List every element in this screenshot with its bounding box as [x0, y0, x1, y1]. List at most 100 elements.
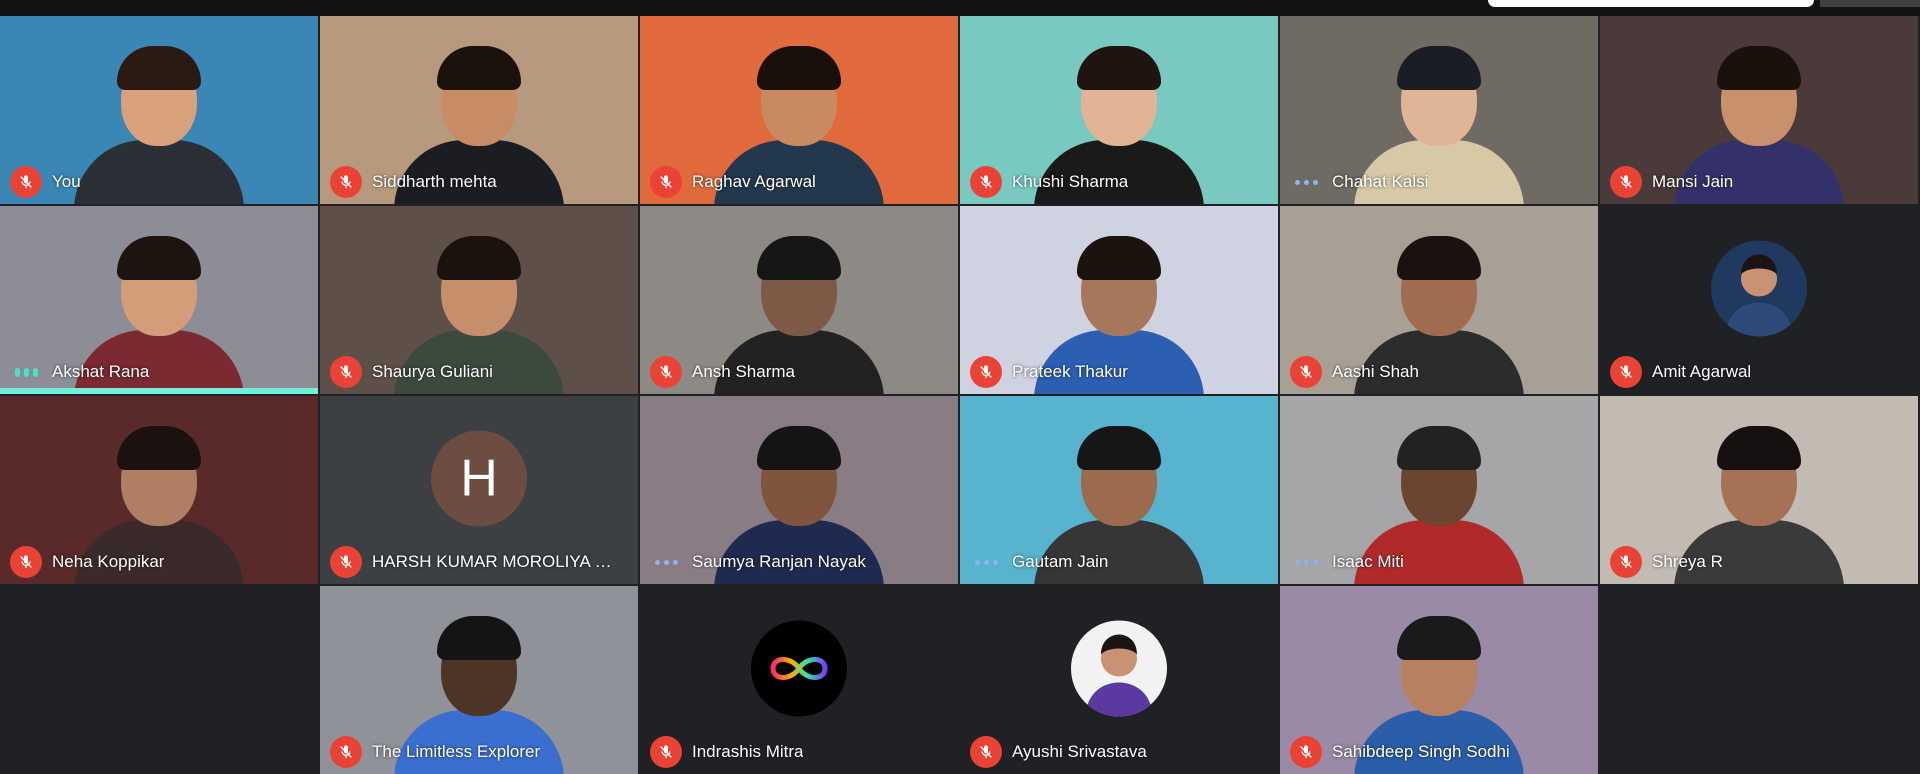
participant-name: Akshat Rana [52, 362, 150, 381]
figure-hair [1717, 46, 1801, 90]
participant-name: HARSH KUMAR MOROLIYA BT... [372, 552, 622, 571]
participant-label: Shaurya Guliani [330, 356, 493, 388]
figure-hair [1397, 236, 1481, 280]
participant-name: The Limitless Explorer [372, 742, 541, 761]
participant-tile[interactable]: Akshat Rana [0, 206, 318, 394]
participant-tile[interactable]: Prateek Thakur [960, 206, 1278, 394]
mic-off-icon [1290, 356, 1322, 388]
audio-indicator-icon [1290, 166, 1322, 198]
figure-hair [1077, 426, 1161, 470]
audio-indicator-icon [970, 546, 1002, 578]
self-preview-thumbnail[interactable] [1820, 0, 1920, 7]
mic-off-icon [330, 166, 362, 198]
participant-name: Amit Agarwal [1652, 362, 1752, 381]
participant-name: Isaac Miti [1332, 552, 1404, 571]
mic-off-icon [650, 166, 682, 198]
mic-off-icon [330, 736, 362, 768]
figure-hair [1077, 46, 1161, 90]
participant-tile[interactable]: Neha Koppikar [0, 396, 318, 584]
figure-hair [117, 236, 201, 280]
participant-label: Raghav Agarwal [650, 166, 816, 198]
mic-off-icon [970, 356, 1002, 388]
participant-label: Siddharth mehta [330, 166, 497, 198]
participant-tile[interactable]: Shreya R [1600, 396, 1918, 584]
figure-hair [117, 46, 201, 90]
participant-tile[interactable]: Gautam Jain [960, 396, 1278, 584]
mic-off-icon [650, 356, 682, 388]
mic-off-icon [1610, 166, 1642, 198]
participant-tile[interactable]: Isaac Miti [1280, 396, 1598, 584]
participant-label: Gautam Jain [970, 546, 1108, 578]
participant-label: Ansh Sharma [650, 356, 795, 388]
figure-hair [757, 46, 841, 90]
participant-tile[interactable]: Ansh Sharma [640, 206, 958, 394]
participant-name: You [52, 172, 81, 191]
audio-indicator-icon [1290, 546, 1322, 578]
mic-off-icon [330, 546, 362, 578]
participant-label: Saumya Ranjan Nayak [650, 546, 866, 578]
figure-hair [757, 426, 841, 470]
participant-tile[interactable]: Chahat Kalsi [1280, 16, 1598, 204]
participant-tile[interactable]: Ayushi Srivastava [960, 586, 1278, 774]
top-bar [0, 0, 1920, 16]
participant-label: Shreya R [1610, 546, 1723, 578]
participant-label: Sahibdeep Singh Sodhi [1290, 736, 1510, 768]
participant-tile[interactable]: Shaurya Guliani [320, 206, 638, 394]
participant-label: Indrashis Mitra [650, 736, 803, 768]
participant-label: Neha Koppikar [10, 546, 164, 578]
participant-name: Ansh Sharma [692, 362, 795, 381]
figure-hair [1077, 236, 1161, 280]
figure-hair [1397, 616, 1481, 660]
participant-tile[interactable]: Amit Agarwal [1600, 206, 1918, 394]
participant-tile[interactable]: Mansi Jain [1600, 16, 1918, 204]
mic-off-icon [1610, 546, 1642, 578]
participant-tile[interactable]: Aashi Shah [1280, 206, 1598, 394]
figure-hair [117, 426, 201, 470]
participant-label: Aashi Shah [1290, 356, 1419, 388]
active-speaker-bar [0, 388, 318, 394]
participant-label: Mansi Jain [1610, 166, 1733, 198]
participant-tile[interactable]: Khushi Sharma [960, 16, 1278, 204]
participant-label: Chahat Kalsi [1290, 166, 1428, 198]
participant-label: HARSH KUMAR MOROLIYA BT... [330, 546, 622, 578]
participant-name: Raghav Agarwal [692, 172, 816, 191]
participant-name: Indrashis Mitra [692, 742, 804, 761]
participant-tile[interactable]: The Limitless Explorer [320, 586, 638, 774]
participant-name: Aashi Shah [1332, 362, 1419, 381]
participant-label: You [10, 166, 81, 198]
participant-name: Mansi Jain [1652, 172, 1734, 191]
participant-name: Ayushi Srivastava [1012, 742, 1147, 761]
avatar-infinity-icon [751, 620, 847, 717]
mic-off-icon [970, 166, 1002, 198]
mic-off-icon [10, 546, 42, 578]
participant-name: Khushi Sharma [1012, 172, 1129, 191]
participant-name: Siddharth mehta [372, 172, 497, 191]
participant-label: Amit Agarwal [1610, 356, 1751, 388]
participant-tile[interactable]: Indrashis Mitra [640, 586, 958, 774]
participant-tile[interactable]: Siddharth mehta [320, 16, 638, 204]
mic-off-icon [1610, 356, 1642, 388]
participant-tile[interactable]: H HARSH KUMAR MOROLIYA BT... [320, 396, 638, 584]
participant-tile[interactable]: Sahibdeep Singh Sodhi [1280, 586, 1598, 774]
mic-off-icon [650, 736, 682, 768]
participant-name: Shaurya Guliani [372, 362, 493, 381]
participant-name: Neha Koppikar [52, 552, 165, 571]
mic-off-icon [970, 736, 1002, 768]
mic-off-icon [1290, 736, 1322, 768]
participant-name: Gautam Jain [1012, 552, 1109, 571]
figure-hair [1397, 46, 1481, 90]
figure-hair [437, 616, 521, 660]
participant-name: Saumya Ranjan Nayak [692, 552, 866, 571]
audio-indicator-icon [650, 546, 682, 578]
avatar-photo [1071, 620, 1167, 717]
participant-tile[interactable]: Saumya Ranjan Nayak [640, 396, 958, 584]
participant-name: Shreya R [1652, 552, 1723, 571]
figure-hair [437, 46, 521, 90]
figure-hair [437, 236, 521, 280]
mic-off-icon [330, 356, 362, 388]
empty-tile [1600, 586, 1918, 774]
participant-tile[interactable]: You [0, 16, 318, 204]
figure-hair [1717, 426, 1801, 470]
participant-tile[interactable]: Raghav Agarwal [640, 16, 958, 204]
top-search-pill[interactable] [1488, 0, 1814, 7]
